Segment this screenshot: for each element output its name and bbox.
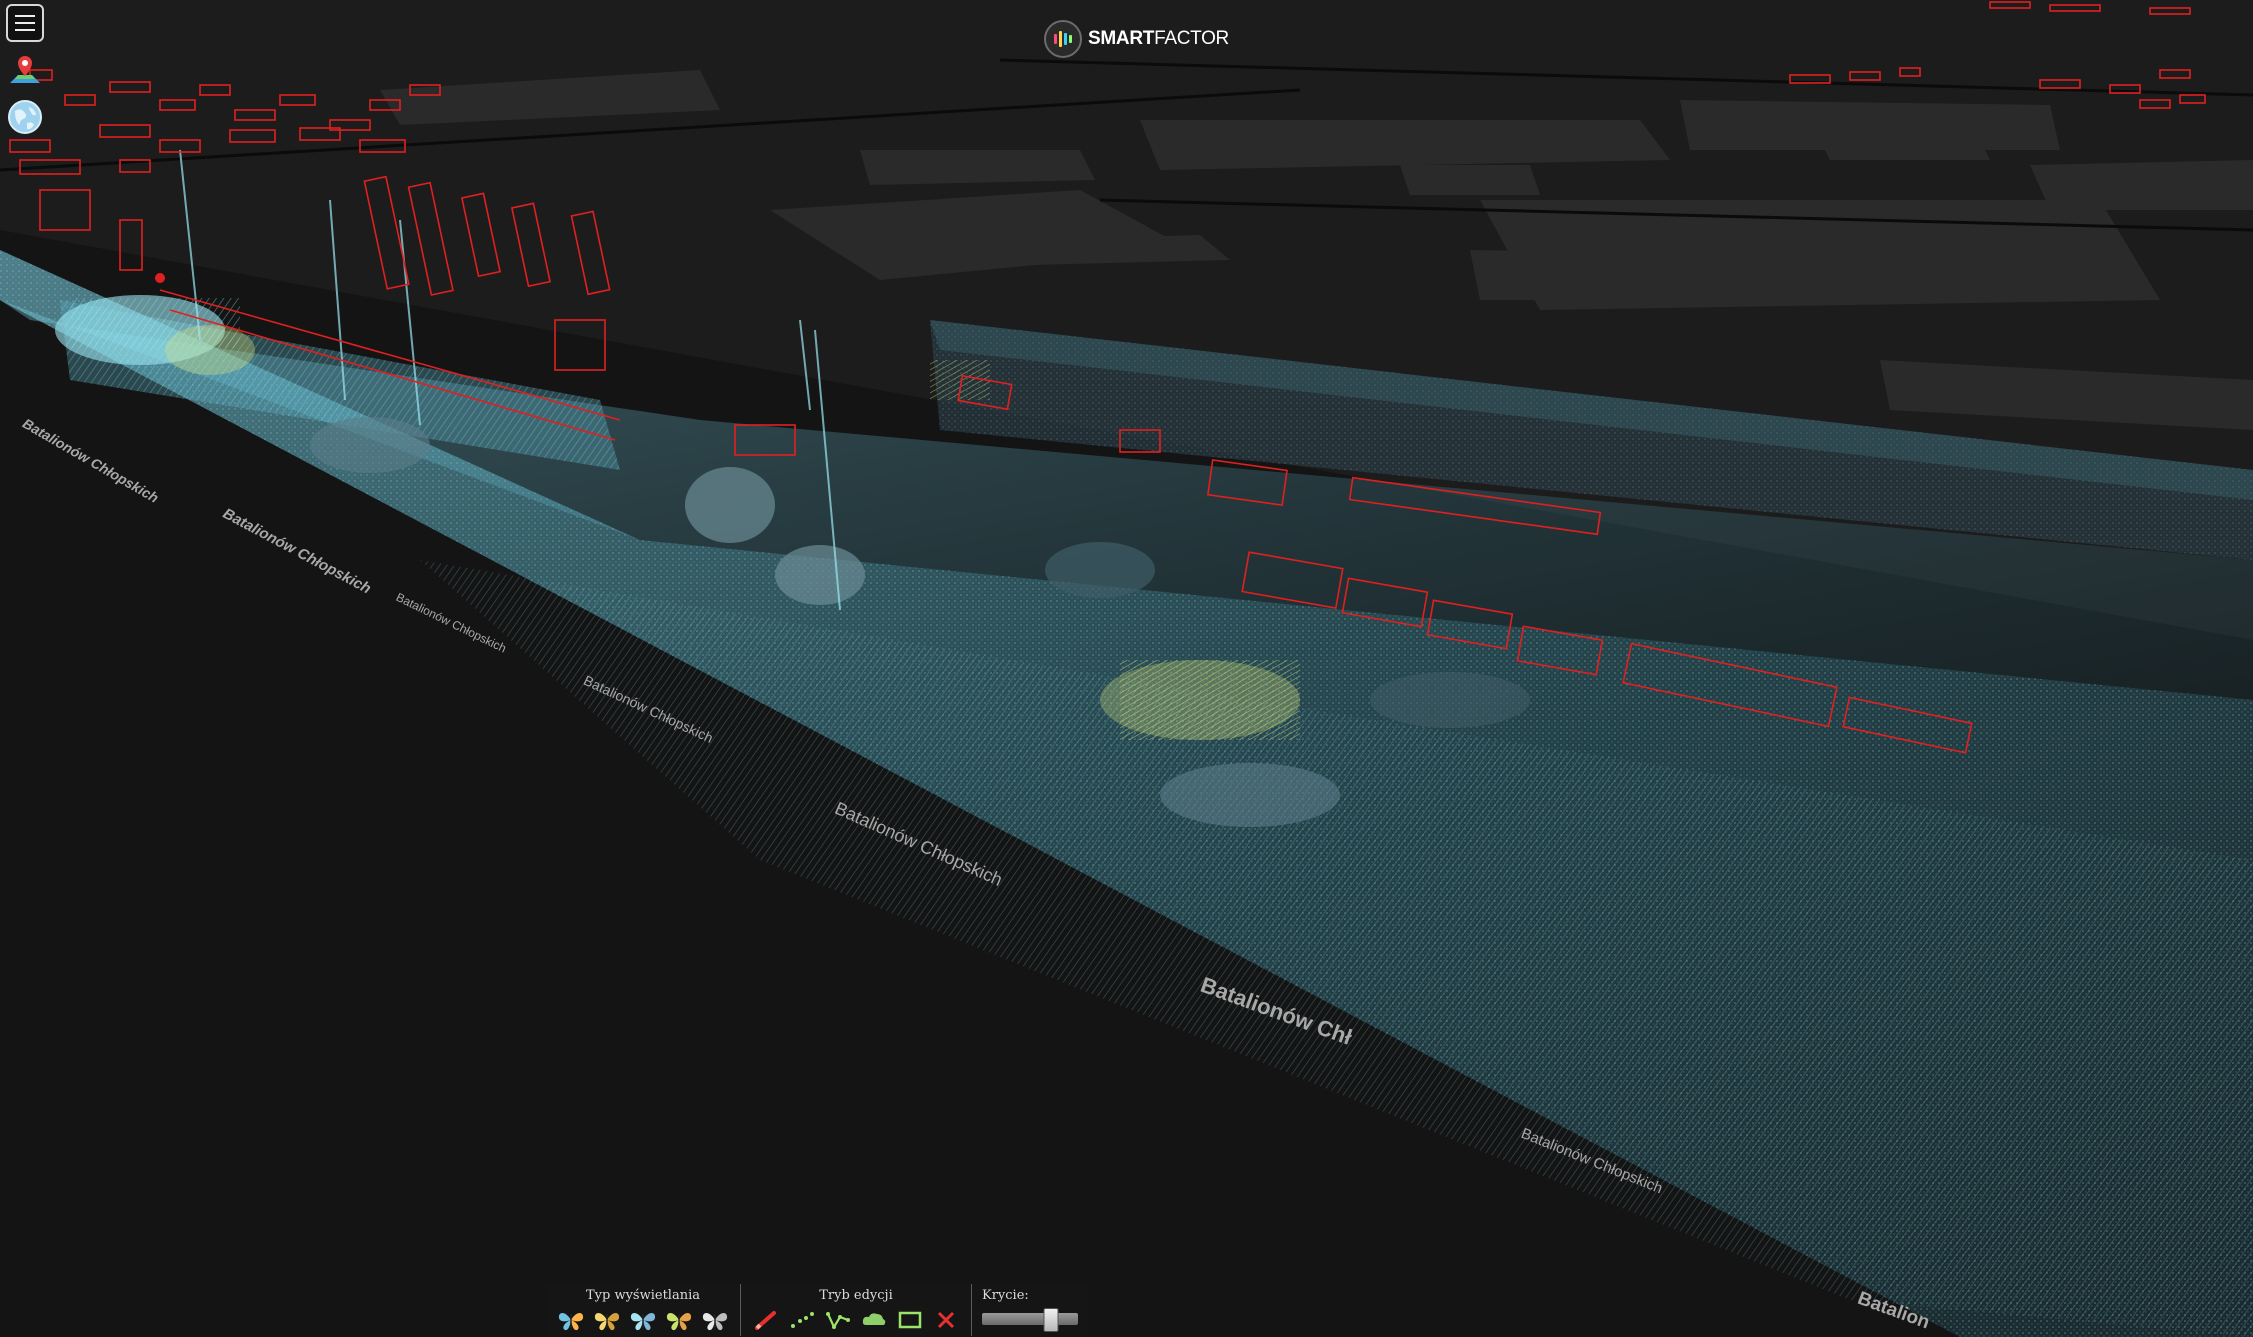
display-type-group: Typ wyświetlania: [546, 1284, 740, 1336]
pencil-icon[interactable]: [751, 1307, 781, 1333]
app-logo: SMARTFACTOR: [1044, 20, 1229, 58]
map-pin-button[interactable]: [6, 52, 44, 90]
butterfly-mode-2-icon[interactable]: [592, 1307, 622, 1333]
brand-bold: SMART: [1088, 28, 1155, 49]
bottom-toolbar: Typ wyświetlania Tryb edycji Krycie:: [546, 1284, 1088, 1336]
globe-icon: [8, 100, 42, 134]
delete-icon[interactable]: [931, 1307, 961, 1333]
butterfly-mode-1-icon[interactable]: [556, 1307, 586, 1333]
rectangle-icon[interactable]: [895, 1307, 925, 1333]
logo-mark-icon: [1044, 20, 1082, 58]
opacity-slider-thumb[interactable]: [1043, 1308, 1059, 1332]
butterfly-mode-4-icon[interactable]: [664, 1307, 694, 1333]
points-icon[interactable]: [787, 1307, 817, 1333]
edit-mode-label: Tryb edycji: [819, 1288, 893, 1303]
app-brand: SMARTFACTOR: [1088, 28, 1229, 50]
map-pin-icon: [10, 56, 40, 83]
brand-light: FACTOR: [1154, 28, 1229, 49]
menu-button[interactable]: [6, 4, 44, 42]
cloud-shape-icon[interactable]: [859, 1307, 889, 1333]
polyline-icon[interactable]: [823, 1307, 853, 1333]
opacity-slider[interactable]: [982, 1308, 1078, 1332]
opacity-label: Krycie:: [982, 1288, 1029, 1303]
butterfly-mode-5-icon[interactable]: [700, 1307, 730, 1333]
globe-button[interactable]: [6, 98, 44, 136]
map-3d-viewport[interactable]: Batalionów Chłopskich Batalionów Chłopsk…: [0, 0, 2253, 1337]
point-cloud-scene[interactable]: [0, 0, 2253, 1337]
display-type-label: Typ wyświetlania: [585, 1288, 700, 1303]
opacity-group: Krycie:: [971, 1284, 1088, 1336]
edit-mode-group: Tryb edycji: [740, 1284, 971, 1336]
butterfly-mode-3-icon[interactable]: [628, 1307, 658, 1333]
